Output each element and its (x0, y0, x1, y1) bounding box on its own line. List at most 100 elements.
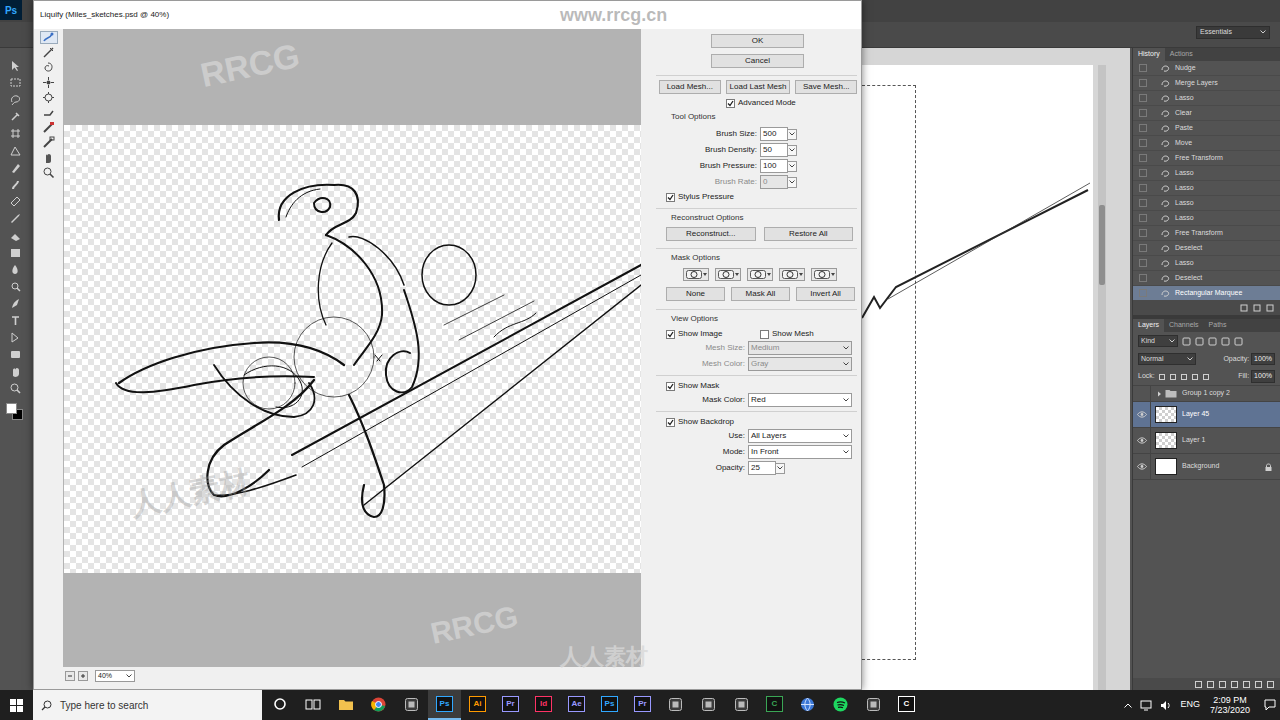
liquify-tool-icon[interactable] (40, 106, 58, 119)
panel-tab[interactable]: Layers (1133, 319, 1164, 332)
vertical-scrollbar[interactable] (1098, 65, 1106, 690)
taskbar-search[interactable]: Type here to search (33, 690, 262, 720)
reconstruct-button[interactable]: Reconstruct... (666, 227, 756, 241)
layer-row[interactable]: Group 1 copy 2 (1133, 386, 1280, 402)
mask-mode-icon[interactable] (779, 268, 805, 281)
snapshot-box[interactable] (1139, 274, 1147, 282)
taskbar-app[interactable] (725, 690, 758, 720)
snapshot-box[interactable] (1139, 214, 1147, 222)
mask-button[interactable]: Invert All (796, 287, 855, 301)
blend-mode-dropdown[interactable]: Normal (1138, 353, 1196, 366)
mask-button[interactable]: Mask All (731, 287, 790, 301)
filter-type-icon[interactable] (1221, 337, 1230, 346)
filter-type-icon[interactable] (1208, 337, 1217, 346)
tool-icon[interactable] (8, 279, 22, 293)
layer-action-icon[interactable] (1267, 681, 1274, 688)
snapshot-box[interactable] (1139, 124, 1147, 132)
workspace-dropdown[interactable]: Essentials (1196, 26, 1270, 39)
tool-icon[interactable] (8, 296, 22, 310)
liquify-tool-icon[interactable] (40, 76, 58, 89)
history-item[interactable]: Paste (1133, 121, 1280, 136)
taskbar-app[interactable] (824, 690, 857, 720)
mesh-button[interactable]: Load Mesh... (659, 80, 721, 94)
checkbox-row[interactable]: Show Backdrop (666, 416, 861, 428)
visibility-toggle[interactable] (1133, 402, 1151, 427)
snapshot-box[interactable] (1139, 64, 1147, 72)
checkbox-row[interactable]: Show Mask (666, 380, 861, 392)
dropdown-arrow-icon[interactable] (788, 145, 797, 156)
filter-type-icon[interactable] (1234, 337, 1243, 346)
layer-row[interactable]: Background (1133, 454, 1280, 480)
tool-icon[interactable] (8, 177, 22, 191)
snapshot-box[interactable] (1139, 169, 1147, 177)
tool-icon[interactable] (8, 58, 22, 72)
tool-icon[interactable] (8, 245, 22, 259)
volume-icon[interactable] (1160, 700, 1172, 711)
tool-icon[interactable] (8, 228, 22, 242)
snapshot-box[interactable] (1139, 229, 1147, 237)
history-action-icon[interactable] (1253, 304, 1261, 312)
taskbar-app[interactable] (857, 690, 890, 720)
filter-type-icon[interactable] (1195, 337, 1204, 346)
checkbox[interactable] (760, 330, 769, 339)
number-field[interactable]: 500 (760, 127, 788, 141)
chevron-up-icon[interactable] (1124, 703, 1132, 708)
panel-tab[interactable]: History (1133, 48, 1165, 61)
scroll-thumb[interactable] (1099, 205, 1105, 285)
snapshot-box[interactable] (1139, 94, 1147, 102)
layer-action-icon[interactable] (1195, 681, 1202, 688)
mask-mode-icon[interactable] (715, 268, 741, 281)
foreground-color-swatch[interactable] (6, 403, 17, 414)
number-field[interactable]: 50 (760, 143, 788, 157)
taskbar-app[interactable] (395, 690, 428, 720)
history-item[interactable]: Merge Layers (1133, 76, 1280, 91)
zoom-in-icon[interactable] (78, 671, 88, 681)
taskbar-app[interactable]: Ps (428, 690, 461, 720)
network-icon[interactable] (1140, 700, 1152, 711)
mask-mode-icon[interactable] (811, 268, 837, 281)
checkbox-row[interactable]: Show Image (666, 328, 760, 340)
history-item[interactable]: Lasso (1133, 196, 1280, 211)
dropdown-arrow-icon[interactable] (788, 161, 797, 172)
history-item[interactable]: Nudge (1133, 61, 1280, 76)
snapshot-box[interactable] (1139, 289, 1147, 297)
layer-row[interactable]: Layer 45 (1133, 402, 1280, 428)
taskbar-app[interactable] (362, 690, 395, 720)
snapshot-box[interactable] (1139, 109, 1147, 117)
checkbox[interactable] (666, 193, 675, 202)
history-item[interactable]: Rectangular Marquee (1133, 286, 1280, 301)
liquify-tool-icon[interactable] (40, 151, 58, 164)
dropdown-arrow-icon[interactable] (788, 129, 797, 140)
notifications-icon[interactable] (1264, 699, 1276, 711)
taskbar-app[interactable] (692, 690, 725, 720)
history-item[interactable]: Move (1133, 136, 1280, 151)
liquify-tool-icon[interactable] (40, 166, 58, 179)
zoom-out-icon[interactable] (65, 671, 75, 681)
tool-icon[interactable] (8, 75, 22, 89)
tool-icon[interactable] (8, 364, 22, 378)
taskbar-app[interactable] (659, 690, 692, 720)
preview-area[interactable] (63, 29, 641, 667)
snapshot-box[interactable] (1139, 184, 1147, 192)
tool-icon[interactable] (8, 126, 22, 140)
checkbox-row[interactable]: Stylus Pressure (666, 191, 861, 203)
checkbox-row[interactable]: Advanced Mode (726, 97, 861, 109)
visibility-toggle[interactable] (1133, 386, 1151, 401)
history-item[interactable]: Lasso (1133, 256, 1280, 271)
mask-mode-icon[interactable] (747, 268, 773, 281)
snapshot-box[interactable] (1139, 139, 1147, 147)
lock-option-icon[interactable] (1180, 373, 1188, 381)
filter-dropdown[interactable]: Kind (1138, 335, 1178, 348)
windows-start-icon[interactable] (0, 690, 33, 720)
history-item[interactable]: Free Transform (1133, 226, 1280, 241)
dropdown[interactable]: Red (748, 393, 852, 407)
layer-action-icon[interactable] (1255, 681, 1262, 688)
zoom-field[interactable]: 40% (95, 670, 135, 683)
snapshot-box[interactable] (1139, 79, 1147, 87)
mesh-button[interactable]: Load Last Mesh (726, 80, 791, 94)
liquify-tool-icon[interactable] (40, 46, 58, 59)
tool-icon[interactable] (8, 330, 22, 344)
history-item[interactable]: Clear (1133, 106, 1280, 121)
language-indicator[interactable]: ENG (1180, 698, 1200, 712)
history-item[interactable]: Free Transform (1133, 151, 1280, 166)
